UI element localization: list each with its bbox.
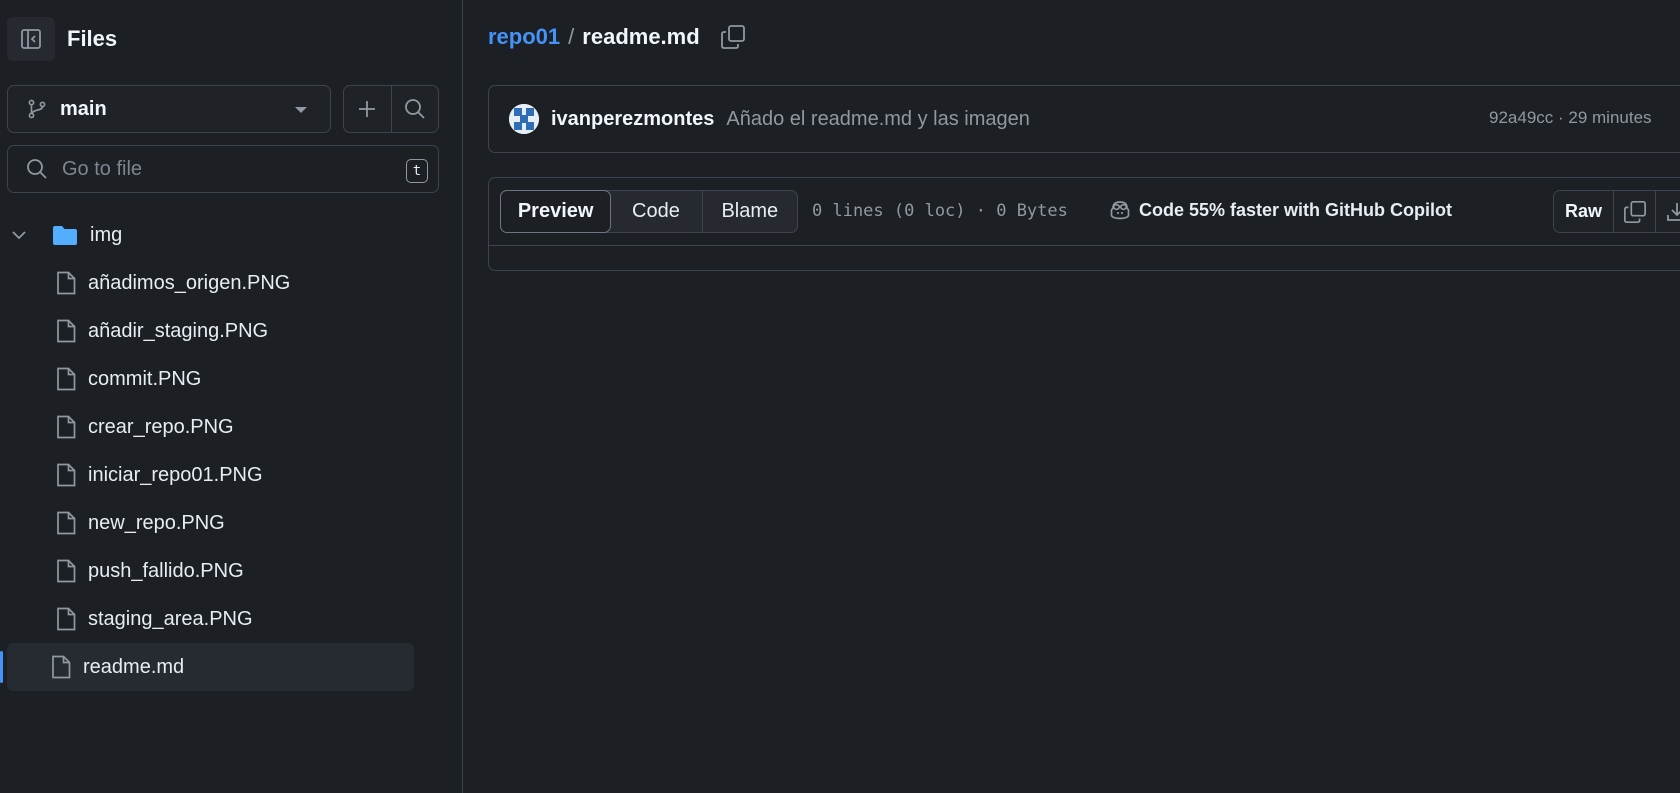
plus-icon (359, 101, 376, 117)
branch-name: main (60, 97, 107, 120)
view-mode-tabs: Preview Code Blame (500, 190, 798, 233)
file-icon (57, 319, 76, 343)
file-icon (57, 559, 76, 583)
raw-button[interactable]: Raw (1554, 191, 1613, 232)
file-name: readme.md (83, 655, 185, 678)
file-header: Preview Code Blame 0 lines (0 loc) · 0 B… (489, 178, 1680, 246)
tree-file[interactable]: new_repo.PNG (0, 499, 463, 547)
folder-icon (53, 226, 77, 245)
file-icon (57, 415, 76, 439)
file-tree-sidebar: Files main Go to file t img añadimos_ori… (0, 0, 463, 793)
file-name: añadir_staging.PNG (88, 319, 269, 342)
search-files-button[interactable] (390, 86, 439, 132)
search-icon (27, 159, 47, 179)
selection-indicator (0, 651, 3, 683)
copilot-icon (1110, 201, 1130, 220)
download-button[interactable] (1655, 191, 1680, 232)
copilot-promo-link[interactable]: Code 55% faster with GitHub Copilot (1109, 199, 1452, 221)
file-actions: Raw (1553, 190, 1680, 233)
copilot-promo-label: Code 55% faster with GitHub Copilot (1139, 199, 1453, 220)
file-icon (57, 607, 76, 631)
search-icon (404, 99, 425, 119)
file-icon (57, 511, 76, 535)
latest-commit-box: ivanperezmontes Añado el readme.md y las… (488, 85, 1680, 153)
tree-file[interactable]: iniciar_repo01.PNG (0, 451, 463, 499)
file-name: crear_repo.PNG (88, 415, 234, 438)
file-name: commit.PNG (88, 367, 202, 390)
file-icon (57, 463, 76, 487)
git-branch-icon (28, 99, 46, 119)
commit-hash-and-time[interactable]: 92a49cc · 29 minutes (1489, 108, 1652, 128)
tree-file[interactable]: añadimos_origen.PNG (0, 259, 463, 307)
file-tree: img añadimos_origen.PNG añadir_staging.PN… (0, 211, 463, 691)
tree-file[interactable]: commit.PNG (0, 355, 463, 403)
file-icon (57, 367, 76, 391)
collapse-sidebar-button[interactable] (7, 17, 55, 61)
commit-author-link[interactable]: ivanperezmontes (551, 108, 714, 131)
tree-file[interactable]: añadir_staging.PNG (0, 307, 463, 355)
file-name: añadimos_origen.PNG (88, 271, 291, 294)
file-icon (57, 271, 76, 295)
file-stats: 0 lines (0 loc) · 0 Bytes (812, 201, 1068, 221)
tree-file[interactable]: staging_area.PNG (0, 595, 463, 643)
file-name: iniciar_repo01.PNG (88, 463, 263, 486)
go-to-file-input[interactable]: Go to file t (7, 145, 439, 193)
branch-selector[interactable]: main (7, 85, 331, 133)
copy-icon (1623, 200, 1646, 223)
sidebar-header: Files (7, 17, 117, 61)
breadcrumb-file-name: readme.md (582, 24, 700, 49)
chevron-down-icon[interactable] (12, 230, 32, 240)
add-file-button[interactable] (344, 86, 391, 132)
sidebar-collapse-icon (21, 29, 41, 49)
copy-icon (720, 25, 745, 49)
folder-name: img (90, 223, 123, 246)
copy-raw-button[interactable] (1613, 191, 1655, 232)
breadcrumb-separator: / (568, 24, 575, 49)
file-name: push_fallido.PNG (88, 559, 244, 582)
app: Files main Go to file t img añadimos_ori… (0, 0, 1680, 793)
breadcrumb: repo01 / readme.md (488, 24, 746, 50)
tab-blame[interactable]: Blame (701, 191, 797, 232)
commit-message-link[interactable]: Añado el readme.md y las imagen (726, 108, 1030, 131)
copy-path-button[interactable] (720, 24, 746, 50)
tree-file[interactable]: crear_repo.PNG (0, 403, 463, 451)
sidebar-title: Files (67, 26, 118, 51)
keyboard-shortcut-hint: t (406, 159, 428, 183)
tab-preview[interactable]: Preview (500, 190, 612, 233)
caret-down-icon (295, 107, 307, 113)
tree-file-readme-selected[interactable]: readme.md (0, 643, 414, 691)
tree-folder-img[interactable]: img (0, 211, 463, 259)
file-name: new_repo.PNG (88, 511, 225, 534)
search-placeholder: Go to file (62, 157, 143, 180)
download-icon (1666, 202, 1680, 221)
file-content-box: Preview Code Blame 0 lines (0 loc) · 0 B… (488, 177, 1680, 271)
tree-file[interactable]: push_fallido.PNG (0, 547, 463, 595)
file-view-main: repo01 / readme.md ivanperezmontes Añado… (464, 0, 1680, 793)
sidebar-actions (343, 85, 439, 133)
avatar[interactable] (509, 104, 539, 134)
folder-children: añadimos_origen.PNG añadir_staging.PNGcom… (0, 259, 463, 643)
breadcrumb-repo-link[interactable]: repo01 (488, 24, 560, 50)
tab-code[interactable]: Code (610, 191, 701, 232)
file-name: staging_area.PNG (88, 607, 253, 630)
file-icon (52, 655, 71, 679)
